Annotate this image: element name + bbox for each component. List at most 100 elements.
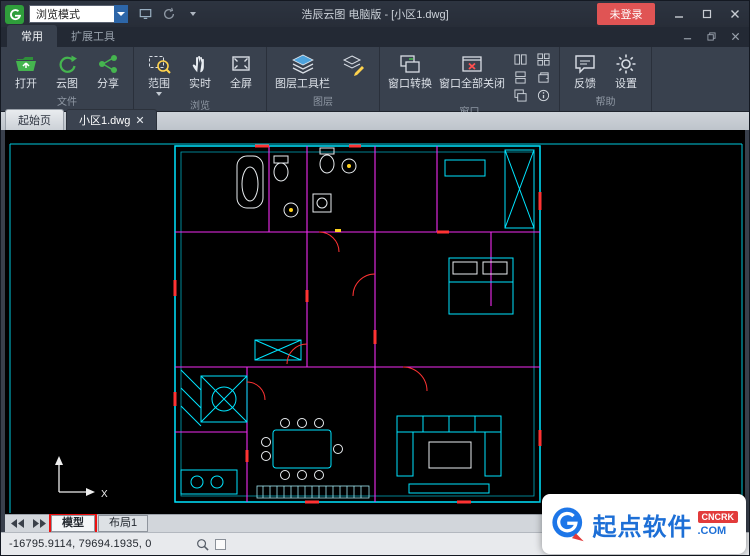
ucs-x-label: X <box>101 489 108 500</box>
zoom-range-button[interactable]: 范围 <box>139 49 179 97</box>
watermark-brand: 起点软件 <box>593 507 693 542</box>
minimize-button[interactable] <box>665 1 693 27</box>
tab-start-page[interactable]: 起始页 <box>5 109 64 130</box>
cascade-windows-icon[interactable] <box>511 88 529 103</box>
window-close-all-button[interactable]: 窗口全部关闭 <box>436 49 508 91</box>
close-button[interactable] <box>721 1 749 27</box>
ribbon: 打开 云图 分享 文件 范 <box>1 47 749 112</box>
layer-edit-icon <box>342 51 366 77</box>
feedback-label: 反馈 <box>574 78 596 90</box>
fullscreen-button[interactable]: 全屏 <box>221 49 261 91</box>
mdi-close-icon[interactable] <box>727 30 743 43</box>
window-switch-icon <box>398 51 422 77</box>
group-label-help: 帮助 <box>560 93 651 111</box>
status-icons <box>196 538 226 551</box>
info-icon[interactable] <box>534 88 552 103</box>
tab-start-page-label: 起始页 <box>18 112 51 128</box>
logo-swirl <box>8 7 22 21</box>
mdi-restore-icon[interactable] <box>703 30 719 43</box>
zoom-range-icon <box>147 51 171 77</box>
floor-plan: X <box>5 130 747 514</box>
ribbon-tab-bar: 常用 扩展工具 <box>1 27 749 47</box>
door-arcs <box>247 232 427 400</box>
drawing-frame <box>10 144 742 513</box>
document-tab-bar: 起始页 小区1.dwg <box>1 112 749 130</box>
window-switch-button[interactable]: 窗口转换 <box>385 49 435 91</box>
mode-select-dropdown-icon[interactable] <box>114 5 128 23</box>
group-label-layer: 图层 <box>267 93 379 111</box>
display-icon[interactable] <box>136 6 154 22</box>
quick-access-toolbar <box>136 6 202 22</box>
drawing-canvas[interactable]: X <box>5 130 745 514</box>
settings-label: 设置 <box>615 78 637 90</box>
feedback-button[interactable]: 反馈 <box>565 49 605 91</box>
maximize-button[interactable] <box>693 1 721 27</box>
status-box-icon[interactable] <box>215 539 226 550</box>
closet-and-hatch <box>181 150 534 494</box>
ribbon-group-window: 窗口转换 窗口全部关闭 <box>380 47 560 111</box>
mode-select-value: 浏览模式 <box>36 6 80 22</box>
window-arrange-column-1 <box>509 49 531 103</box>
zoom-range-label: 范围 <box>148 78 170 90</box>
ucs-icon: X <box>55 456 108 500</box>
feedback-icon <box>573 51 597 77</box>
tab-drawing[interactable]: 小区1.dwg <box>66 109 157 130</box>
window-close-all-label: 窗口全部关闭 <box>439 78 505 90</box>
tile-vertical-icon[interactable] <box>511 52 529 67</box>
app-window: 浏览模式 浩辰云图 电脑版 - [小区1.dwg] 未登录 <box>0 0 750 556</box>
gear-icon <box>614 51 638 77</box>
window-close-all-icon <box>460 51 484 77</box>
share-icon <box>96 51 120 77</box>
watermark: 起点软件 CNCRK .COM <box>542 494 746 554</box>
ribbon-group-browse: 范围 实时 全屏 浏览 <box>134 47 267 111</box>
open-label: 打开 <box>15 78 37 90</box>
mdi-minimize-icon[interactable] <box>679 30 695 43</box>
window-switch-label: 窗口转换 <box>388 78 432 90</box>
tab-common[interactable]: 常用 <box>7 25 57 47</box>
ribbon-group-help: 反馈 设置 帮助 <box>560 47 652 111</box>
mdi-window-controls <box>679 30 743 43</box>
arrange-icons-icon[interactable] <box>534 52 552 67</box>
cloud-label: 云图 <box>56 78 78 90</box>
tab-layout1[interactable]: 布局1 <box>98 515 148 532</box>
tab-extended-tools[interactable]: 扩展工具 <box>57 25 129 47</box>
hand-icon <box>189 51 211 77</box>
fullscreen-icon <box>229 51 253 77</box>
ribbon-group-layer: 图层工具栏 图层 <box>267 47 380 111</box>
watermark-domain: .COM <box>698 525 727 537</box>
close-tab-icon[interactable] <box>136 116 144 124</box>
cloud-sync-icon <box>55 51 79 77</box>
qat-customize-icon[interactable] <box>184 6 202 22</box>
app-logo-icon[interactable] <box>5 5 24 24</box>
tab-model[interactable]: 模型 <box>51 515 95 532</box>
last-layout-icon[interactable] <box>30 517 48 531</box>
share-button[interactable]: 分享 <box>88 49 128 91</box>
open-icon <box>14 51 38 77</box>
zoom-range-dropdown-icon[interactable] <box>156 92 162 96</box>
coordinates-readout: -16795.9114, 79694.1935, 0 <box>9 538 152 550</box>
layers-icon <box>290 51 316 77</box>
realtime-pan-label: 实时 <box>189 78 211 90</box>
sync-icon[interactable] <box>160 6 178 22</box>
cloud-button[interactable]: 云图 <box>47 49 87 91</box>
first-layout-icon[interactable] <box>9 517 27 531</box>
share-label: 分享 <box>97 78 119 90</box>
watermark-logo-icon <box>550 502 585 546</box>
realtime-pan-button[interactable]: 实时 <box>180 49 220 91</box>
titlebar: 浏览模式 浩辰云图 电脑版 - [小区1.dwg] 未登录 <box>1 1 749 27</box>
settings-button[interactable]: 设置 <box>606 49 646 91</box>
layer-toolbar-label: 图层工具栏 <box>275 78 330 90</box>
restore-windows-icon[interactable] <box>534 70 552 85</box>
open-button[interactable]: 打开 <box>6 49 46 91</box>
layer-state-button[interactable] <box>334 49 374 78</box>
watermark-badge: CNCRK <box>698 511 739 523</box>
ribbon-group-file: 打开 云图 分享 文件 <box>1 47 134 111</box>
login-button[interactable]: 未登录 <box>597 3 655 25</box>
magnifier-icon[interactable] <box>196 538 209 551</box>
window-arrange-column-2 <box>532 49 554 103</box>
layer-toolbar-button[interactable]: 图层工具栏 <box>272 49 333 91</box>
tab-drawing-label: 小区1.dwg <box>79 112 130 128</box>
fullscreen-label: 全屏 <box>230 78 252 90</box>
tile-horizontal-icon[interactable] <box>511 70 529 85</box>
mode-select[interactable]: 浏览模式 <box>29 5 115 23</box>
